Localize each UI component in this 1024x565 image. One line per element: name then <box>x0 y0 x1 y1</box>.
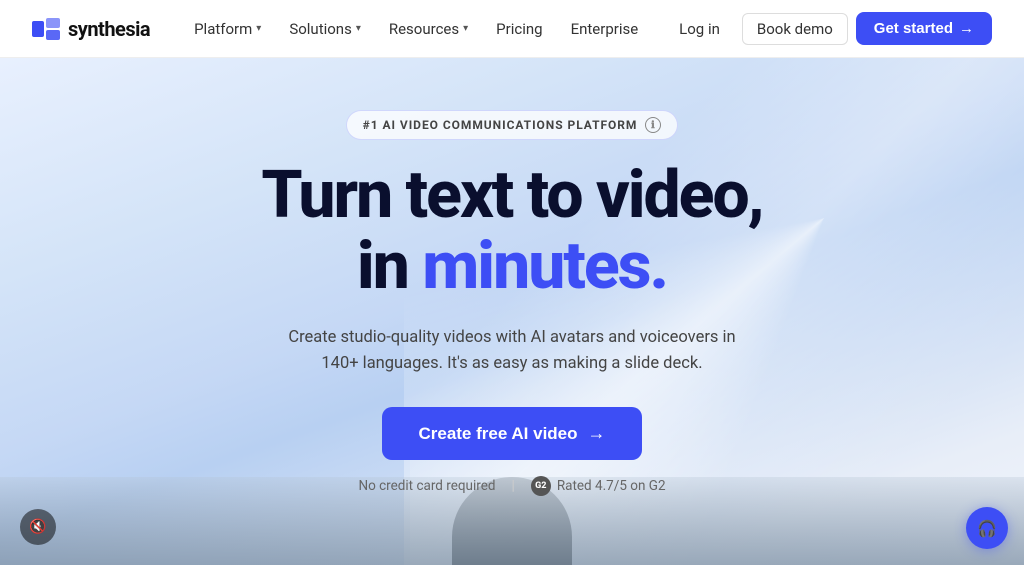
logo-text: synthesia <box>68 17 150 41</box>
g2-icon: G2 <box>531 476 551 496</box>
nav-item-enterprise[interactable]: Enterprise <box>559 14 651 44</box>
headline-highlight: minutes. <box>422 228 667 305</box>
arrow-icon: → <box>959 20 974 37</box>
hero-badge: #1 AI VIDEO COMMUNICATIONS PLATFORM ℹ <box>346 110 679 140</box>
mute-button[interactable]: 🔇 <box>20 509 56 545</box>
headphone-button[interactable]: 🎧 <box>966 507 1008 549</box>
login-button[interactable]: Log in <box>665 14 734 44</box>
nav-item-platform[interactable]: Platform ▾ <box>182 14 273 44</box>
navigation: synthesia Platform ▾ Solutions ▾ Resourc… <box>0 0 1024 58</box>
logo-icon <box>32 18 60 40</box>
nav-item-solutions[interactable]: Solutions ▾ <box>277 14 373 44</box>
headphone-icon: 🎧 <box>977 519 997 538</box>
info-icon[interactable]: ℹ <box>645 117 661 133</box>
cta-label: Create free AI video <box>418 424 577 444</box>
nav-item-pricing[interactable]: Pricing <box>484 14 554 44</box>
mute-icon: 🔇 <box>29 519 46 535</box>
divider: | <box>512 478 515 494</box>
headline-line2: in minutes. <box>261 231 762 302</box>
chevron-down-icon: ▾ <box>463 23 468 34</box>
chevron-down-icon: ▾ <box>256 23 261 34</box>
headline-line1: Turn text to video, <box>261 160 762 231</box>
cta-arrow-icon: → <box>588 423 606 444</box>
hero-section: #1 AI VIDEO COMMUNICATIONS PLATFORM ℹ Tu… <box>0 58 1024 565</box>
hero-subheadline: Create studio-quality videos with AI ava… <box>272 325 752 378</box>
hero-headline: Turn text to video, in minutes. <box>261 160 762 303</box>
g2-badge: G2 Rated 4.7/5 on G2 <box>531 476 666 496</box>
badge-text: #1 AI VIDEO COMMUNICATIONS PLATFORM <box>363 118 638 132</box>
social-proof: No credit card required | G2 Rated 4.7/5… <box>358 476 665 496</box>
chevron-down-icon: ▾ <box>356 23 361 34</box>
get-started-button[interactable]: Get started → <box>856 12 992 45</box>
nav-links: Platform ▾ Solutions ▾ Resources ▾ Prici… <box>182 14 665 44</box>
book-demo-button[interactable]: Book demo <box>742 13 848 45</box>
nav-right: Log in Book demo Get started → <box>665 12 992 45</box>
logo[interactable]: synthesia <box>32 17 150 41</box>
nav-item-resources[interactable]: Resources ▾ <box>377 14 480 44</box>
g2-rating-text: Rated 4.7/5 on G2 <box>557 478 666 494</box>
cta-button[interactable]: Create free AI video → <box>382 407 641 460</box>
no-credit-card-text: No credit card required <box>358 478 495 494</box>
